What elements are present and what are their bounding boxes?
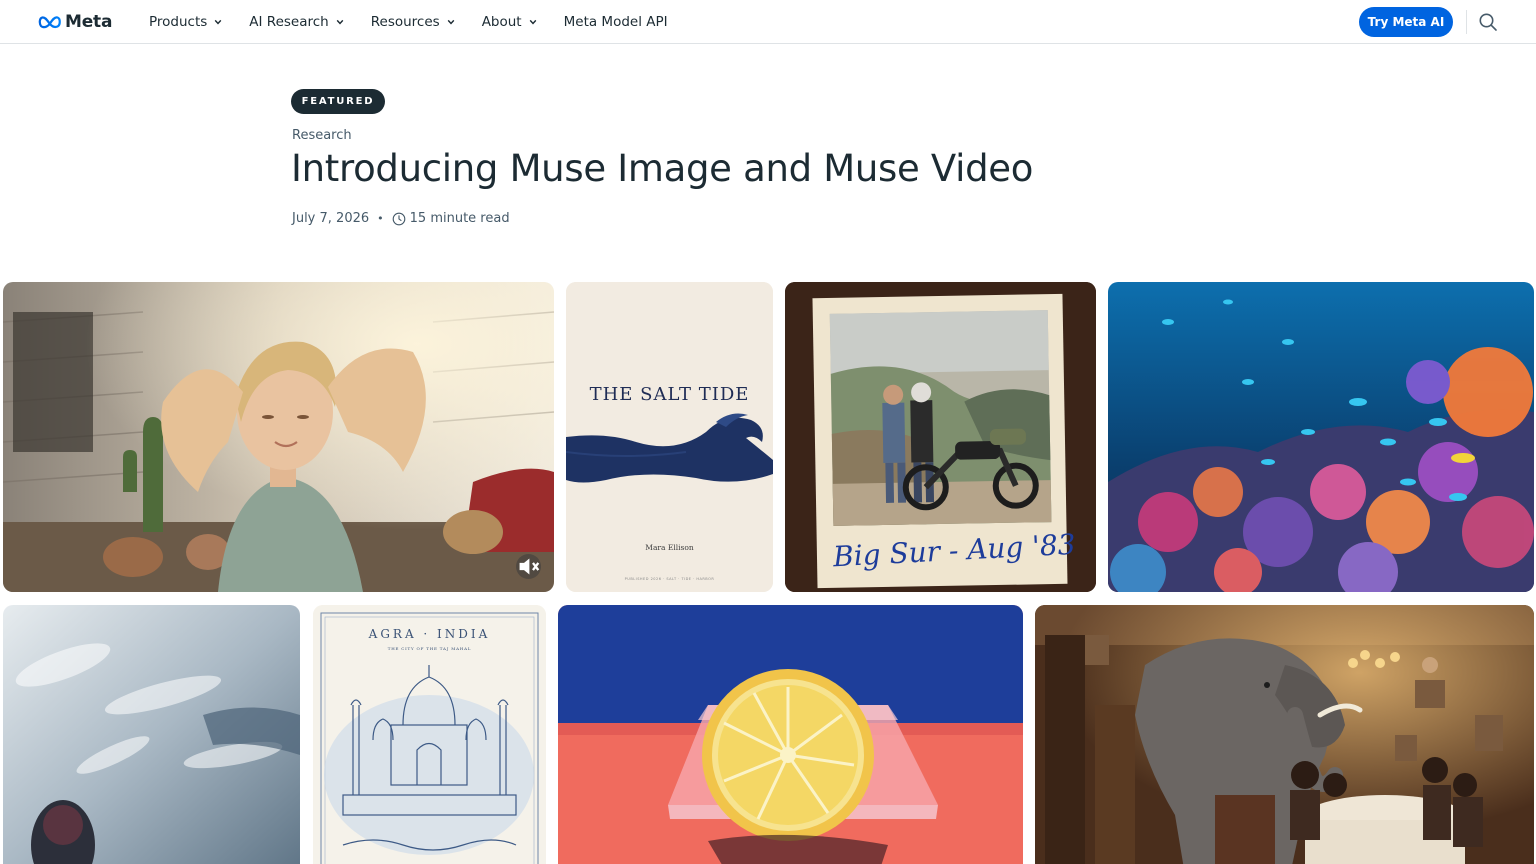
nav-about[interactable]: About [482, 14, 537, 30]
nav-divider [1466, 10, 1467, 34]
mute-icon [519, 558, 540, 575]
meta-logo[interactable]: Meta [38, 11, 112, 33]
coral-reef-image [1108, 282, 1534, 592]
gallery-image-elephant-dining-room[interactable] [1035, 605, 1534, 864]
gallery-image-agra-poster[interactable]: AGRA · INDIA THE CITY OF THE TAJ MAHAL [313, 605, 546, 864]
top-navigation-bar: Meta Products AI Research Resources Abou… [0, 0, 1536, 44]
publish-date: July 7, 2026 [292, 211, 370, 226]
clock-icon [392, 212, 405, 225]
nav-ai-research[interactable]: AI Research [249, 14, 344, 30]
chevron-down-icon [447, 19, 455, 25]
gallery-image-salt-tide-cover[interactable]: THE SALT TIDE Mara Ellison PUBLISHED 202… [566, 282, 773, 592]
search-icon[interactable] [1478, 12, 1498, 32]
primary-nav: Products AI Research Resources About Met… [149, 0, 695, 44]
read-time: 15 minute read [409, 211, 510, 226]
nav-meta-model-api[interactable]: Meta Model API [564, 14, 668, 30]
nav-products[interactable]: Products [149, 14, 222, 30]
article-category-link[interactable]: Research [292, 128, 352, 143]
water-splash-image [3, 605, 300, 864]
woman-porch-image [3, 282, 554, 592]
article-meta: July 7, 2026 • 15 minute read [292, 211, 510, 226]
nav-ai-research-label: AI Research [249, 14, 329, 30]
gallery-image-big-sur-polaroid[interactable]: Big Sur - Aug '83 [785, 282, 1096, 592]
featured-badge: FEATURED [291, 89, 385, 114]
meta-separator: • [377, 212, 384, 225]
chevron-down-icon [214, 19, 222, 25]
poster-title: AGRA · INDIA [368, 627, 491, 641]
gallery-image-coral-reef[interactable] [1108, 282, 1534, 592]
book-title: THE SALT TIDE [589, 384, 750, 405]
meta-infinity-logo-icon [38, 16, 61, 29]
poster-subtitle: THE CITY OF THE TAJ MAHAL [387, 646, 472, 651]
book-fine-print: PUBLISHED 2026 · SALT · TIDE · HARBOR [624, 577, 715, 581]
taj-mahal-illustration [313, 605, 546, 864]
chevron-down-icon [529, 19, 536, 25]
gallery-image-lemon-slice[interactable] [558, 605, 1023, 864]
book-author: Mara Ellison [645, 543, 694, 552]
elephant-dining-room-image [1035, 605, 1534, 864]
article-title: Introducing Muse Image and Muse Video [291, 147, 1034, 190]
nav-resources[interactable]: Resources [371, 14, 455, 30]
gallery-video-woman-porch[interactable] [3, 282, 554, 592]
nav-resources-label: Resources [370, 14, 440, 30]
chevron-down-icon [336, 19, 344, 25]
mute-button[interactable] [516, 554, 541, 579]
nav-about-label: About [481, 14, 522, 30]
nav-meta-model-api-label: Meta Model API [563, 14, 668, 30]
nav-products-label: Products [149, 14, 208, 30]
gallery-video-water-splash[interactable] [3, 605, 300, 864]
try-meta-ai-button[interactable]: Try Meta AI [1359, 7, 1453, 37]
logo-wordmark: Meta [65, 12, 113, 32]
lemon-slice-image [558, 605, 1023, 864]
